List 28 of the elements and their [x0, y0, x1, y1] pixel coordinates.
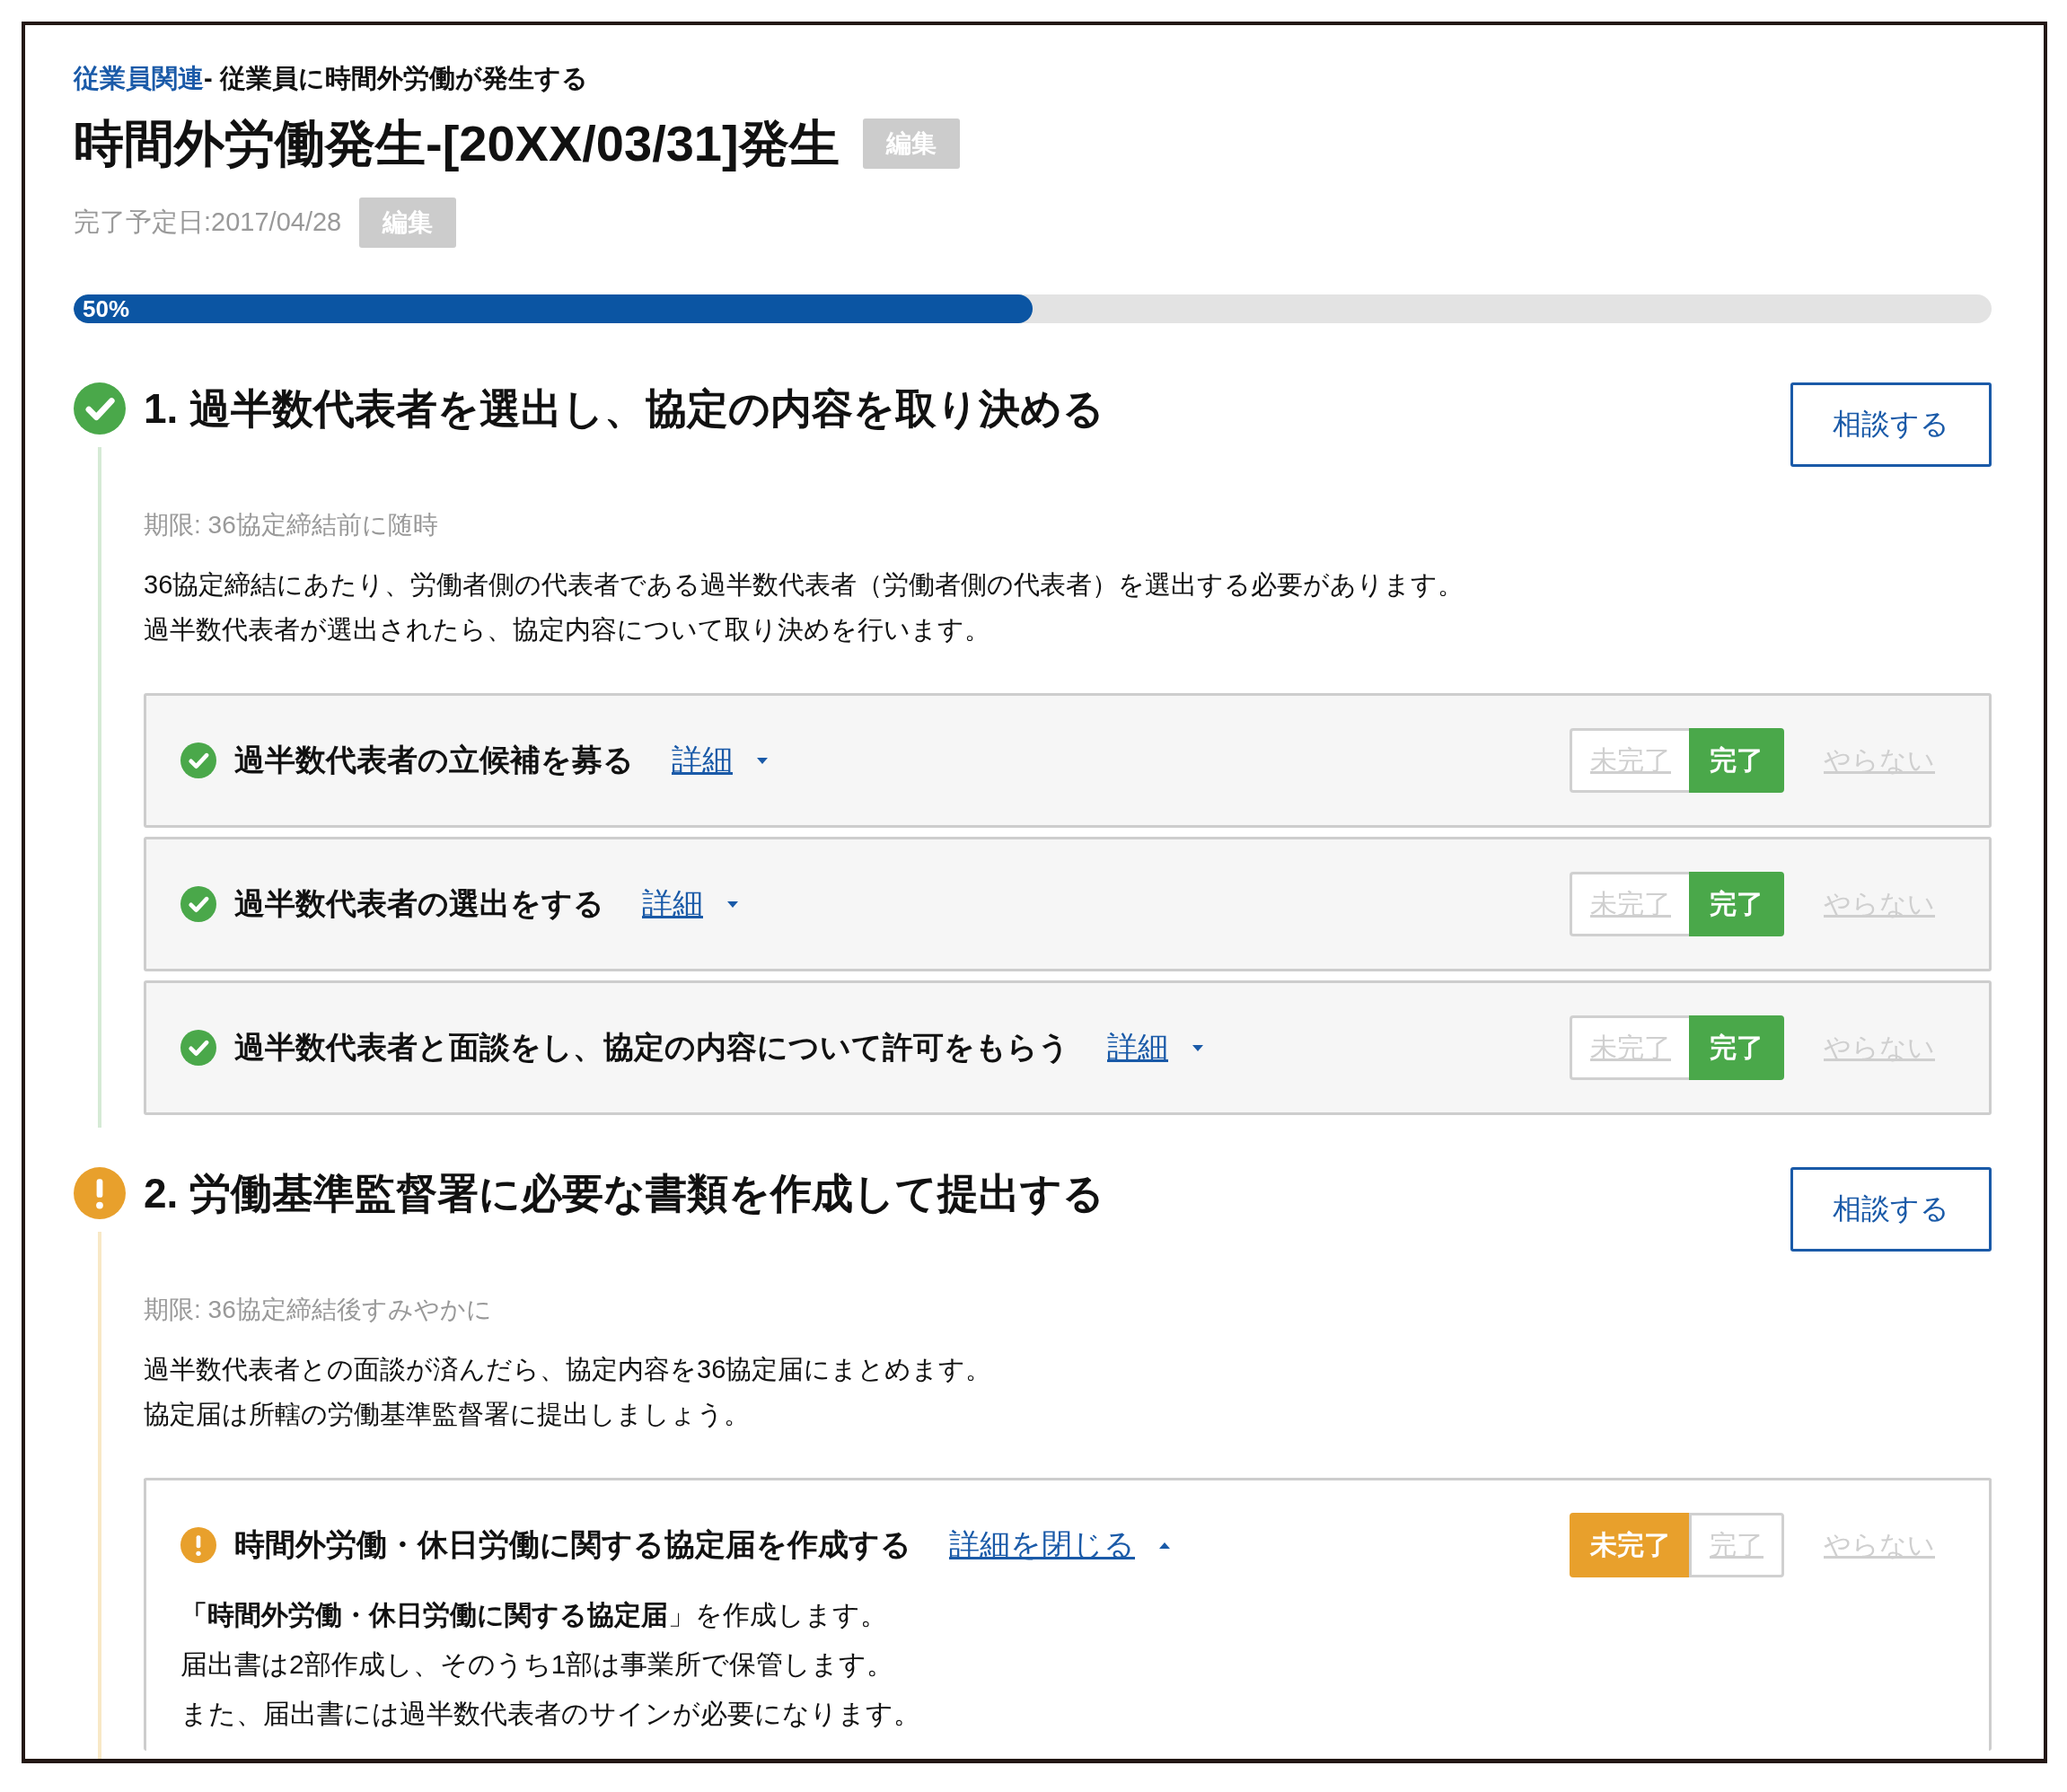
status-toggle[interactable]: 完了	[1689, 728, 1784, 793]
category-link[interactable]: 従業員関連	[74, 64, 204, 92]
status-toggle[interactable]: 未完了	[1570, 1513, 1689, 1577]
deadline-text: 期限: 36協定締結前に随時	[144, 510, 439, 540]
step-heading: 1. 過半数代表者を選出し、協定の内容を取り決める	[144, 384, 1105, 434]
task-title: 過半数代表者の立候補を募る	[234, 742, 634, 778]
consult-button[interactable]: 相談する	[1790, 382, 1992, 467]
details-link[interactable]: 詳細	[672, 740, 733, 781]
step-description: 過半数代表者との面談が済んだら、協定内容を36協定届にまとめます。 協定届は所轄の労働基準監督署に提出しましょう。	[144, 1354, 993, 1430]
details-link[interactable]: 詳細	[1107, 1027, 1168, 1068]
details-link[interactable]: 詳細	[642, 883, 703, 925]
step-description: 36協定締結にあたり、労働者側の代表者である過半数代表者（労働者側の代表者）を選出する必要があります。 過半数代表者が選出されたら、協定内容について取り決めを行います。	[144, 569, 1465, 646]
step-heading: 2. 労働基準監督署に必要な書類を作成して提出する	[144, 1169, 1105, 1218]
task-detail-text: また、届出書には過半数代表者のサインが必要になります。	[180, 1698, 921, 1730]
task-title: 時間外労働・休日労働に関する協定届を作成する	[234, 1526, 911, 1563]
task-detail-text: 「時間外労働・休日労働に関する協定届」を作成します。	[180, 1599, 888, 1631]
details-link[interactable]: 詳細を閉じる	[949, 1524, 1135, 1566]
task-title: 過半数代表者の選出をする	[234, 885, 604, 922]
progress-label: 50%	[83, 294, 130, 323]
page-title: 時間外労働発生-[20XX/03/31]発生	[74, 114, 840, 173]
task-detail-text: 届出書は2部作成し、そのうち1部は事業所で保管します。	[180, 1648, 895, 1681]
status-toggle[interactable]: 完了	[1689, 872, 1784, 936]
status-toggle[interactable]: 完了	[1689, 1015, 1784, 1080]
consult-button[interactable]: 相談する	[1790, 1167, 1992, 1252]
breadcrumb: 従業員関連- 従業員に時間外労働が発生する	[74, 63, 589, 94]
deadline-text: 期限: 36協定締結後すみやかに	[144, 1295, 493, 1325]
due-date: 完了予定日:2017/04/28	[74, 206, 342, 238]
task-title: 過半数代表者と面談をし、協定の内容について許可をもらう	[234, 1029, 1069, 1066]
